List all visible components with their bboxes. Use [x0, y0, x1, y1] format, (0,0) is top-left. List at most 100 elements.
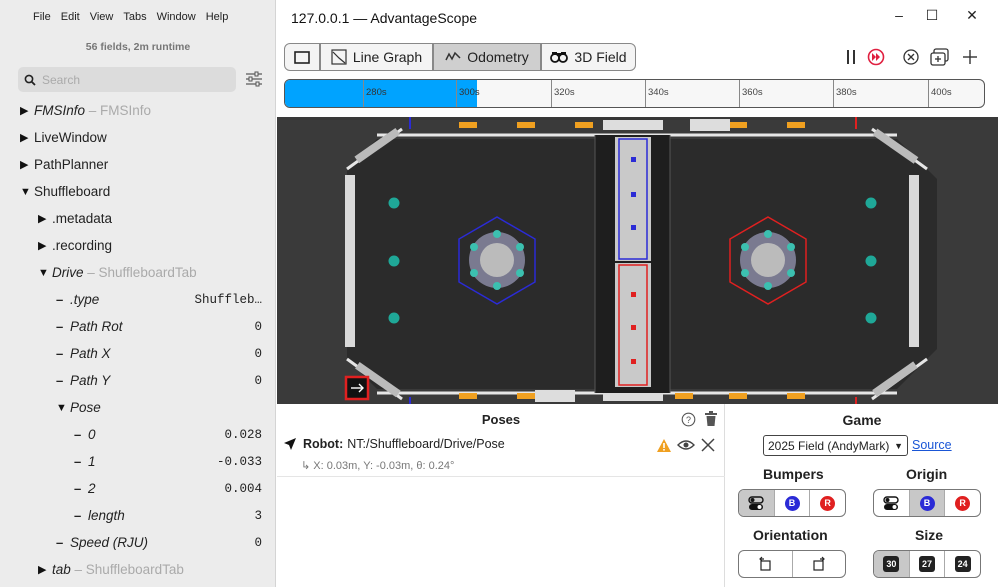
tree-item-path-x[interactable]: – Path X 0: [0, 340, 276, 367]
tree-item-value: 0: [254, 319, 262, 334]
bumpers-red-button[interactable]: R: [810, 490, 845, 516]
tree-item-label: 0: [88, 427, 96, 442]
triangle-right-icon: ▶: [20, 159, 29, 171]
tree-item-value: 0.028: [224, 427, 262, 442]
origin-red-button[interactable]: R: [945, 490, 980, 516]
game-title: Game: [842, 412, 882, 428]
window-title: 127.0.0.1 — AdvantageScope: [291, 10, 478, 26]
tree-item-speed[interactable]: – Speed (RJU) 0: [0, 529, 276, 556]
rotate-left-button[interactable]: [739, 551, 793, 577]
tree-item-type-field[interactable]: – .type Shuffleb…: [0, 286, 276, 313]
field-image: [277, 117, 998, 404]
divider: [277, 476, 725, 477]
filter-options-icon[interactable]: [245, 71, 263, 87]
tab-odometry[interactable]: Odometry: [433, 43, 541, 71]
timeline-scrubber[interactable]: 280s 300s 320s 340s 360s 380s 400s: [284, 79, 985, 108]
source-link[interactable]: Source: [912, 438, 952, 452]
rotate-right-button[interactable]: [793, 551, 846, 577]
game-panel: Game 2025 Field (AndyMark) ▼ Source Bump…: [726, 404, 998, 587]
origin-auto-button[interactable]: [874, 490, 910, 516]
menu-file[interactable]: File: [33, 11, 51, 23]
tree-item-livewindow[interactable]: ▶ LiveWindow: [0, 124, 276, 151]
origin-blue-button[interactable]: B: [909, 490, 946, 516]
tree-item-label: .recording: [52, 238, 113, 253]
size-title: Size: [915, 527, 944, 543]
line-graph-icon: [331, 49, 347, 65]
tab-label: Odometry: [467, 49, 529, 65]
window-icon: [294, 50, 310, 64]
tree-item-label: Drive: [52, 265, 84, 280]
tree-item-pose-1[interactable]: – 1 -0.033: [0, 448, 276, 475]
tree-item-value: 0: [254, 535, 262, 550]
tab-line-graph[interactable]: Line Graph: [320, 43, 433, 71]
eye-icon[interactable]: [677, 438, 695, 452]
tree-item-path-y[interactable]: – Path Y 0: [0, 367, 276, 394]
game-select[interactable]: 2025 Field (AndyMark) ▼: [763, 435, 908, 456]
menu-edit[interactable]: Edit: [61, 11, 80, 23]
game-select-value: 2025 Field (AndyMark): [768, 438, 890, 453]
orientation-title: Orientation: [753, 527, 828, 543]
location-arrow-icon: [284, 438, 296, 450]
tree-item-pathplanner[interactable]: ▶ PathPlanner: [0, 151, 276, 178]
tree-item-pose-length[interactable]: – length 3: [0, 502, 276, 529]
leaf-dash-icon: –: [74, 508, 82, 523]
close-window-button[interactable]: ✕: [961, 7, 983, 24]
new-window-icon[interactable]: [930, 48, 950, 66]
bumpers-auto-button[interactable]: [739, 490, 775, 516]
tree-item-recording[interactable]: ▶ .recording: [0, 232, 276, 259]
menu-view[interactable]: View: [90, 11, 114, 23]
tree-item-shuffleboard[interactable]: ▼ Shuffleboard: [0, 178, 276, 205]
rotate-right-icon: [813, 556, 825, 571]
pose-row-robot[interactable]: Robot: NT:/Shuffleboard/Drive/Pose: [283, 437, 723, 453]
warning-icon[interactable]: [656, 438, 672, 453]
size-24-button[interactable]: 24: [945, 551, 980, 577]
menu-help[interactable]: Help: [206, 11, 229, 23]
timeline-tick: 400s: [928, 80, 952, 107]
tree-item-tab[interactable]: ▶ tab – ShuffleboardTab: [0, 556, 276, 583]
tree-item-pose[interactable]: ▼ Pose: [0, 394, 276, 421]
leaf-dash-icon: –: [56, 319, 64, 334]
tree-item-fmsinfo[interactable]: ▶ FMSInfo – FMSInfo: [0, 97, 276, 124]
tree-item-path-rot[interactable]: – Path Rot 0: [0, 313, 276, 340]
tree-item-pose-2[interactable]: – 2 0.004: [0, 475, 276, 502]
type-separator: –: [70, 562, 86, 577]
tree-item-label: Path X: [70, 346, 111, 361]
tab-3d-field[interactable]: 3D Field: [541, 43, 636, 71]
timeline-tick: 380s: [833, 80, 857, 107]
plus-icon[interactable]: [961, 48, 979, 66]
minimize-button[interactable]: –: [888, 7, 910, 23]
help-icon[interactable]: ?: [681, 412, 696, 427]
title-bar: 127.0.0.1 — AdvantageScope – ☐ ✕: [277, 0, 998, 36]
tab-label: Line Graph: [352, 49, 423, 65]
live-record-icon[interactable]: [867, 48, 885, 66]
size-30-button[interactable]: 30: [874, 551, 910, 577]
tree-item-metadata[interactable]: ▶ .metadata: [0, 205, 276, 232]
timeline-tick: 320s: [551, 80, 575, 107]
bumpers-blue-button[interactable]: B: [775, 490, 811, 516]
tab-document[interactable]: [284, 43, 320, 71]
timeline-tick: 360s: [739, 80, 763, 107]
pose-detail: ↳ X: 0.03m, Y: -0.03m, θ: 0.24°: [301, 459, 454, 472]
toggle-icon: [748, 495, 765, 510]
origin-segmented-control: B R: [873, 489, 981, 517]
binoculars-icon: [550, 52, 569, 63]
map-icon: [445, 51, 461, 61]
menu-window[interactable]: Window: [157, 11, 196, 23]
remove-icon[interactable]: [701, 438, 715, 452]
triangle-right-icon: ▶: [38, 564, 47, 576]
pause-icon[interactable]: [845, 49, 857, 65]
size-27-button[interactable]: 27: [910, 551, 946, 577]
maximize-button[interactable]: ☐: [921, 7, 943, 24]
trash-icon[interactable]: [704, 411, 718, 427]
tree-item-label: Path Y: [70, 373, 111, 388]
timeline-tick: 300s: [456, 80, 480, 107]
odometry-field[interactable]: [277, 117, 998, 404]
blue-badge: B: [919, 495, 935, 511]
tree-item-drive[interactable]: ▼ Drive – ShuffleboardTab: [0, 259, 276, 286]
search-box[interactable]: [18, 67, 236, 92]
search-input[interactable]: [42, 72, 222, 87]
tree-item-label: Speed (RJU): [70, 535, 149, 550]
tree-item-pose-0[interactable]: – 0 0.028: [0, 421, 276, 448]
menu-tabs[interactable]: Tabs: [123, 11, 146, 23]
close-circle-icon[interactable]: [902, 48, 920, 66]
